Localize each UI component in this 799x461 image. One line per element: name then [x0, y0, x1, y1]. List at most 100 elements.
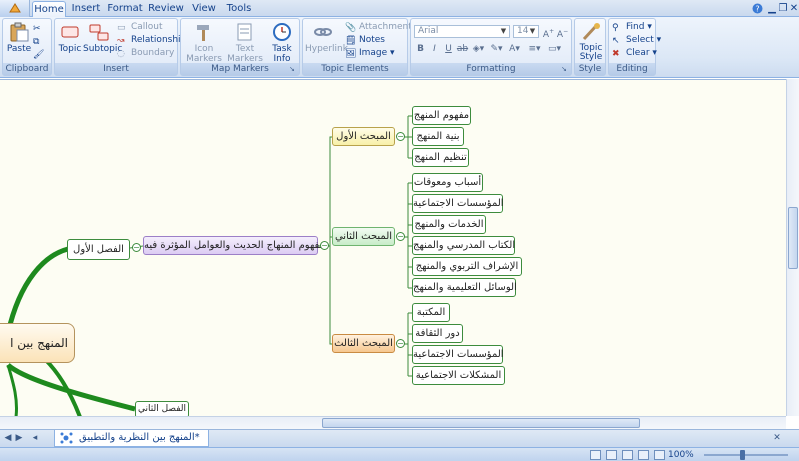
root-topic[interactable]: المنهج بين ا	[0, 323, 75, 363]
svg-text:?: ?	[755, 5, 759, 14]
tab-view[interactable]: View	[188, 1, 220, 17]
font-color-icon[interactable]: A▾	[508, 43, 521, 56]
outline-view-icon[interactable]	[622, 450, 633, 460]
image-button[interactable]: 🖼 Image ▾	[345, 47, 395, 60]
subtopic-item[interactable]: المشكلات الاجتماعية	[412, 366, 505, 385]
cut-button[interactable]: ✂	[33, 22, 47, 35]
select-button[interactable]: ↖ Select ▾	[612, 34, 661, 47]
scissors-icon: ✂	[33, 24, 41, 34]
font-family-combo[interactable]: Arial ▼	[414, 25, 510, 38]
close-icon[interactable]: ✕	[788, 3, 799, 14]
shrink-font-icon[interactable]: A−	[556, 25, 569, 40]
subtopic-button[interactable]: Subtopic	[83, 22, 122, 54]
group-label-clipboard: Clipboard	[3, 63, 51, 75]
map-markers-launcher-icon[interactable]: ↘	[289, 65, 297, 73]
collapse-section2-icon[interactable]: −	[396, 232, 405, 241]
subtopic-item[interactable]: بنية المنهج	[412, 127, 464, 146]
mind-map-canvas[interactable]: المنهج بين ا الفصل الأول الفصل الثاني مف…	[0, 79, 786, 416]
vertical-scroll-thumb[interactable]	[788, 207, 798, 269]
collapse-topic-icon[interactable]: −	[320, 241, 329, 250]
subtopic-item[interactable]: تنظيم المنهج	[412, 148, 469, 167]
subtopic-item[interactable]: الإشراف التربوي والمنهج	[412, 257, 522, 276]
forward-arrow-icon[interactable]: ▶	[14, 433, 24, 444]
align-icon[interactable]: ≡▾	[528, 43, 541, 56]
paste-button[interactable]: Paste	[6, 22, 32, 54]
font-size-combo[interactable]: 14 ▼	[513, 25, 539, 38]
underline-button[interactable]: U	[442, 43, 455, 56]
ribbon: Paste ✂ ⧉ 🖌 Clipboard Topic Subtopic ▭ Ca…	[0, 17, 799, 78]
back-arrow-icon[interactable]: ◀	[3, 433, 13, 444]
topic-section3[interactable]: المبحث الثالث	[332, 334, 395, 353]
group-label-editing: Editing	[609, 63, 655, 75]
app-menu-button[interactable]	[0, 0, 30, 17]
tab-tools[interactable]: Tools	[222, 1, 256, 17]
cursor-icon: ↖	[612, 36, 620, 46]
clock-icon	[273, 23, 291, 41]
bold-button[interactable]: B	[414, 43, 427, 56]
find-button[interactable]: ⚲ Find ▾	[612, 21, 652, 34]
paperclip-icon: 📎	[345, 23, 357, 33]
subtopic-item[interactable]: مفهوم المنهج	[412, 106, 471, 125]
topic-chapter1[interactable]: الفصل الأول	[67, 239, 130, 260]
text-markers-button[interactable]: Text Markers	[223, 22, 267, 64]
topic-section2[interactable]: المبحث الثاني	[332, 227, 395, 246]
format-painter-button[interactable]: 🖌	[33, 48, 47, 61]
collapse-chapter1-icon[interactable]: −	[132, 243, 141, 252]
subtopic-item[interactable]: المؤسسات الاجتماعية	[412, 345, 504, 364]
zoom-slider-handle[interactable]	[740, 450, 745, 460]
subtopic-item[interactable]: الوسائل التعليمية والمنهج	[412, 278, 517, 297]
sheet-close-icon[interactable]: ✕	[772, 433, 782, 444]
sheet-scroll-icon[interactable]: ◂	[30, 433, 40, 444]
group-label-style: Style	[575, 63, 605, 75]
horizontal-scrollbar[interactable]	[0, 416, 786, 429]
italic-button[interactable]: I	[428, 43, 441, 56]
topic-section1[interactable]: المبحث الأول	[332, 127, 395, 146]
subtopic-item[interactable]: المؤسسات الاجتماعية	[412, 194, 504, 213]
vertical-scrollbar[interactable]	[786, 79, 799, 416]
notes-button[interactable]: 🗒 Notes	[345, 34, 385, 47]
image-icon: 🖼	[345, 49, 357, 59]
filter-icon[interactable]	[590, 450, 601, 460]
help-icon[interactable]: ?	[751, 3, 763, 14]
copy-button[interactable]: ⧉	[33, 35, 47, 48]
topic-style-button[interactable]: Topic Style	[576, 22, 606, 62]
hyperlink-button[interactable]: Hyperlink	[305, 22, 348, 54]
strikethrough-icon[interactable]: ab	[456, 43, 469, 56]
topic-chapter2[interactable]: الفصل الثاني	[135, 401, 189, 416]
grow-font-icon[interactable]: A+	[542, 25, 555, 40]
tab-insert[interactable]: Insert	[68, 1, 104, 17]
boundary-button[interactable]: ◌ Boundary	[117, 47, 174, 60]
collapse-section3-icon[interactable]: −	[396, 339, 405, 348]
map-view-icon[interactable]	[606, 450, 617, 460]
brush-icon: 🖌	[33, 50, 45, 60]
subtopic-item[interactable]: الكتاب المدرسي والمنهج	[412, 236, 515, 255]
subtopic-item[interactable]: الخدمات والمنهج	[412, 215, 486, 234]
icon-markers-button[interactable]: Icon Markers	[184, 22, 224, 64]
clear-button[interactable]: ✖ Clear ▾	[612, 47, 657, 60]
paste-icon	[10, 22, 29, 42]
tab-format[interactable]: Format	[106, 1, 144, 17]
chain-link-icon	[314, 28, 332, 36]
sheet-tab-main[interactable]: المنهج بين النظرية والتطبيق*	[54, 430, 209, 447]
horizontal-scroll-thumb[interactable]	[322, 418, 640, 428]
attachment-button[interactable]: 📎Attachment ▾	[345, 21, 419, 34]
fit-map-icon[interactable]	[654, 450, 665, 460]
formatting-launcher-icon[interactable]: ↘	[561, 65, 569, 73]
gantt-view-icon[interactable]	[638, 450, 649, 460]
topic-button[interactable]: Topic	[58, 22, 82, 54]
style-brush-icon	[582, 23, 600, 41]
fill-color-icon[interactable]: ◈▾	[472, 43, 485, 56]
task-info-button[interactable]: Task Info	[267, 22, 297, 64]
line-color-icon[interactable]: ✎▾	[490, 43, 503, 56]
callout-button[interactable]: ▭ Callout	[117, 21, 163, 34]
zoom-slider[interactable]	[704, 454, 788, 456]
topic-modern-curriculum[interactable]: مفهوم المنهاج الحديث والعوامل المؤثرة في…	[143, 236, 325, 255]
shape-icon[interactable]: ▭▾	[548, 43, 561, 56]
subtopic-item[interactable]: المكتبة	[412, 303, 450, 322]
subtopic-item[interactable]: أسباب ومعوقات	[412, 173, 483, 192]
relationship-button[interactable]: ↝ Relationship	[117, 34, 186, 47]
subtopic-item[interactable]: دور الثقافة	[412, 324, 463, 343]
tab-review[interactable]: Review	[146, 1, 186, 17]
tab-home[interactable]: Home	[32, 1, 66, 17]
collapse-section1-icon[interactable]: −	[396, 132, 405, 141]
